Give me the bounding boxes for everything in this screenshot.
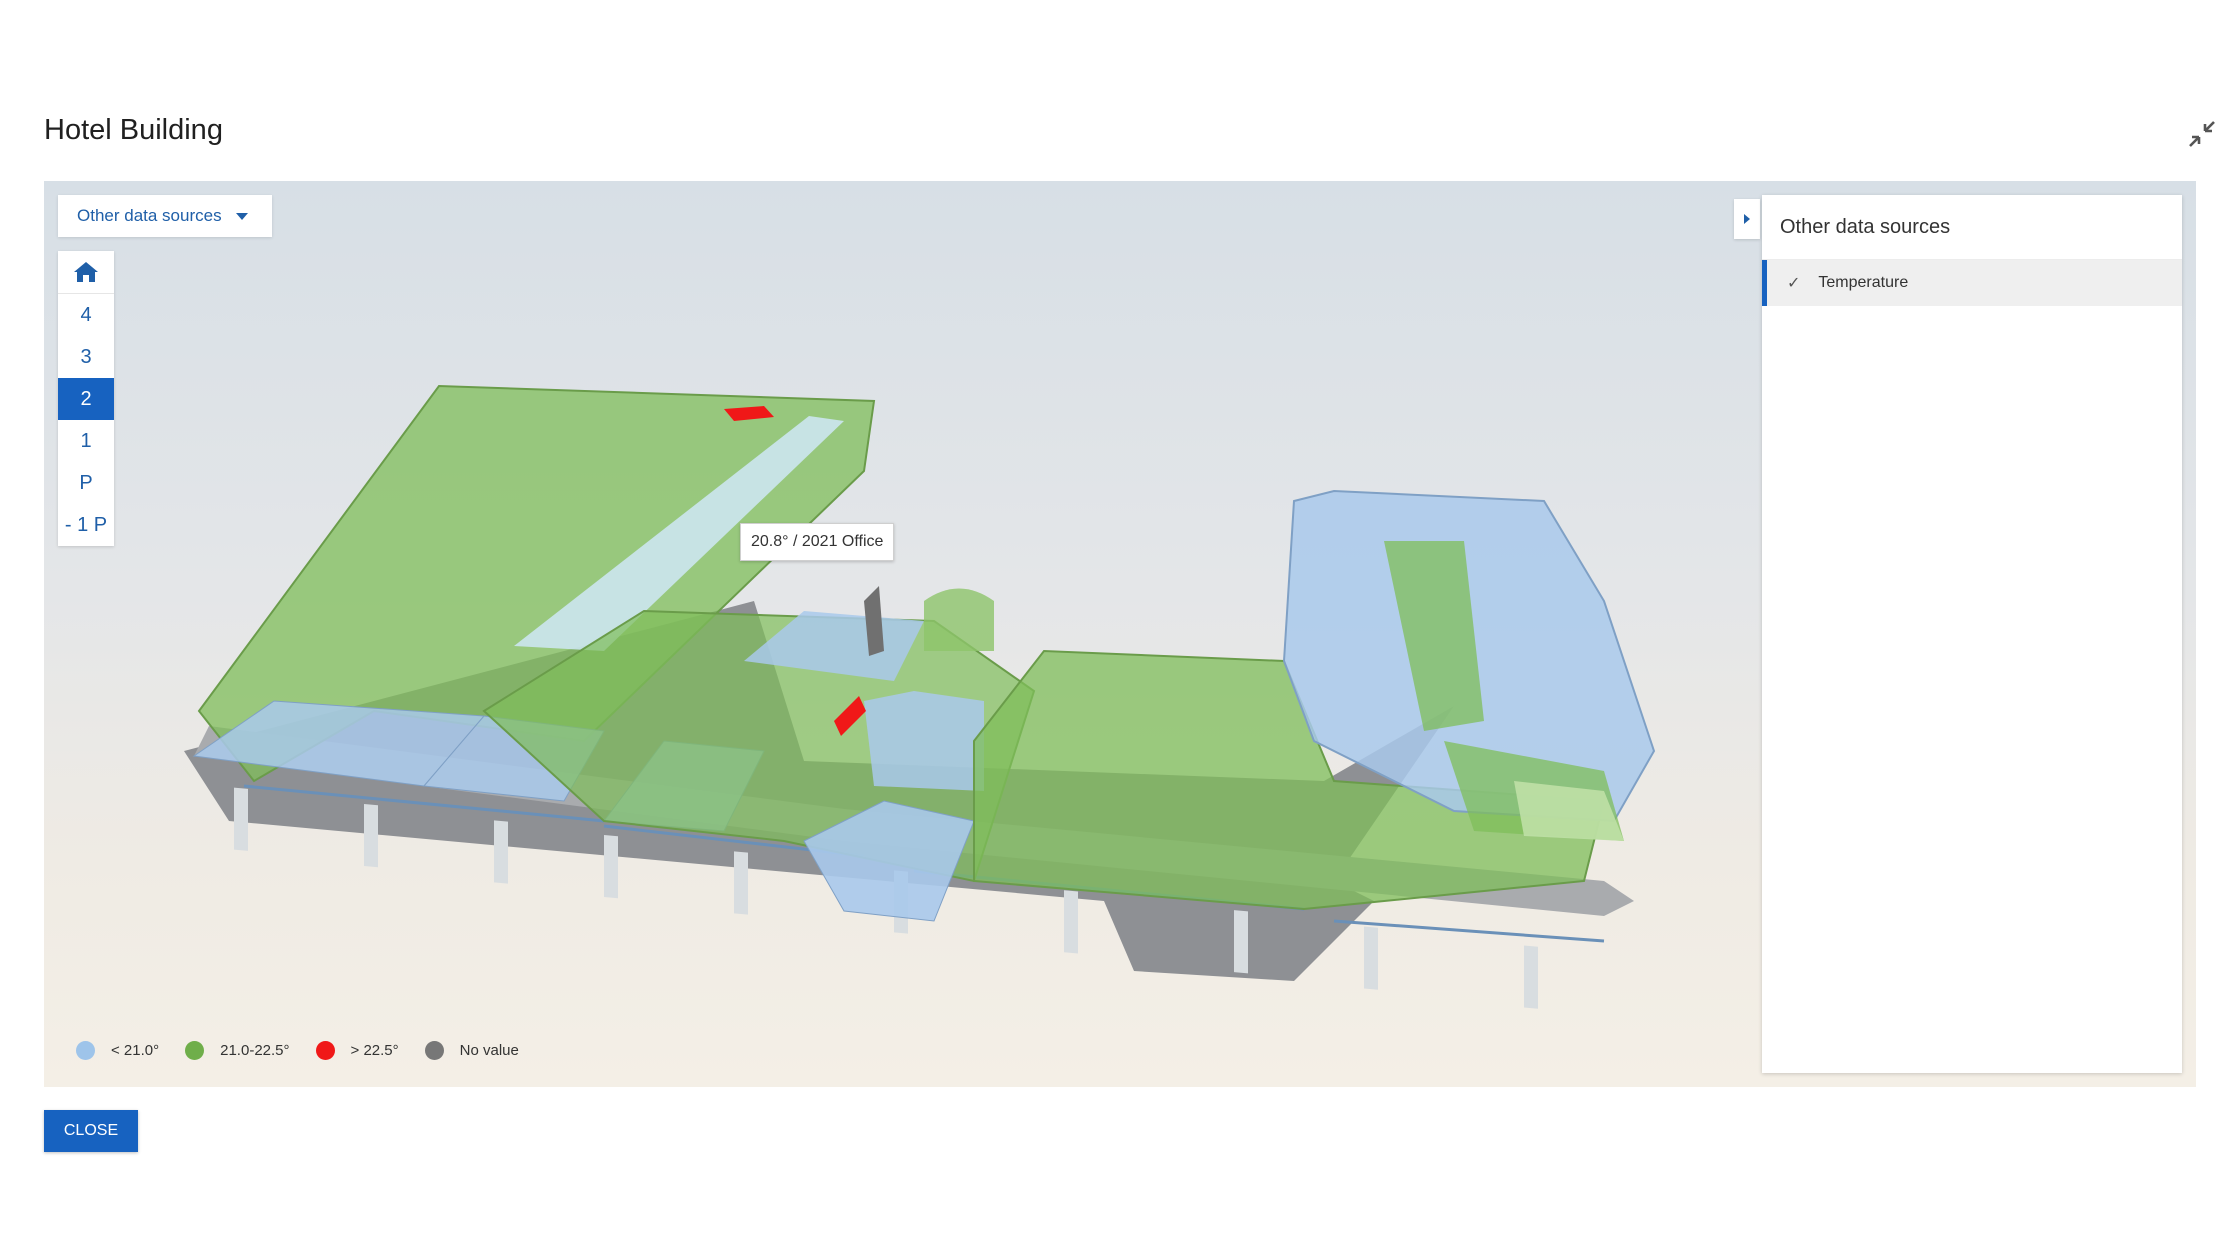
floor-minus-1p[interactable]: - 1 P [58,504,114,546]
legend-label: No value [459,1042,519,1059]
floor-1[interactable]: 1 [58,420,114,462]
legend-dot-green [185,1041,205,1060]
floor-selector: 4 3 2 1 P - 1 P [58,251,114,546]
caret-down-icon [235,212,248,220]
legend-label: 21.0-22.5° [220,1042,290,1059]
floor-4[interactable]: 4 [58,294,114,336]
legend-item-range: 21.0-22.5° [185,1041,290,1060]
panel-title: Other data sources [1762,195,2182,260]
floor-home-button[interactable] [58,251,114,294]
data-source-label: Temperature [1818,274,1909,291]
room-tooltip: 20.8° / 2021 Office [740,523,895,561]
floor-3[interactable]: 3 [58,336,114,378]
panel-toggle-button[interactable] [1734,199,1760,239]
legend-dot-grey [424,1041,444,1060]
legend-dot-blue [76,1041,95,1060]
floor-2[interactable]: 2 [58,378,114,420]
home-icon [74,262,98,282]
check-icon: ✓ [1787,275,1801,292]
close-button[interactable]: CLOSE [44,1110,138,1152]
collapse-icon[interactable] [2186,118,2218,150]
3d-viewer[interactable]: Other data sources 4 3 2 1 P - 1 P 20.8°… [44,181,2196,1087]
chevron-right-icon [1744,214,1750,224]
data-source-temperature[interactable]: ✓ Temperature [1762,260,2182,306]
floor-p[interactable]: P [58,462,114,504]
data-sources-dropdown[interactable]: Other data sources [58,195,272,237]
temperature-legend: < 21.0° 21.0-22.5° > 22.5° No value [76,1041,545,1060]
data-sources-label: Other data sources [77,206,222,225]
legend-item-above: > 22.5° [315,1041,399,1060]
legend-item-below: < 21.0° [76,1041,159,1060]
legend-item-none: No value [424,1041,519,1060]
legend-label: > 22.5° [350,1042,399,1059]
legend-label: < 21.0° [111,1042,160,1059]
page-title: Hotel Building [44,114,223,146]
data-sources-panel: Other data sources ✓ Temperature [1762,195,2182,1073]
legend-dot-red [315,1041,335,1060]
